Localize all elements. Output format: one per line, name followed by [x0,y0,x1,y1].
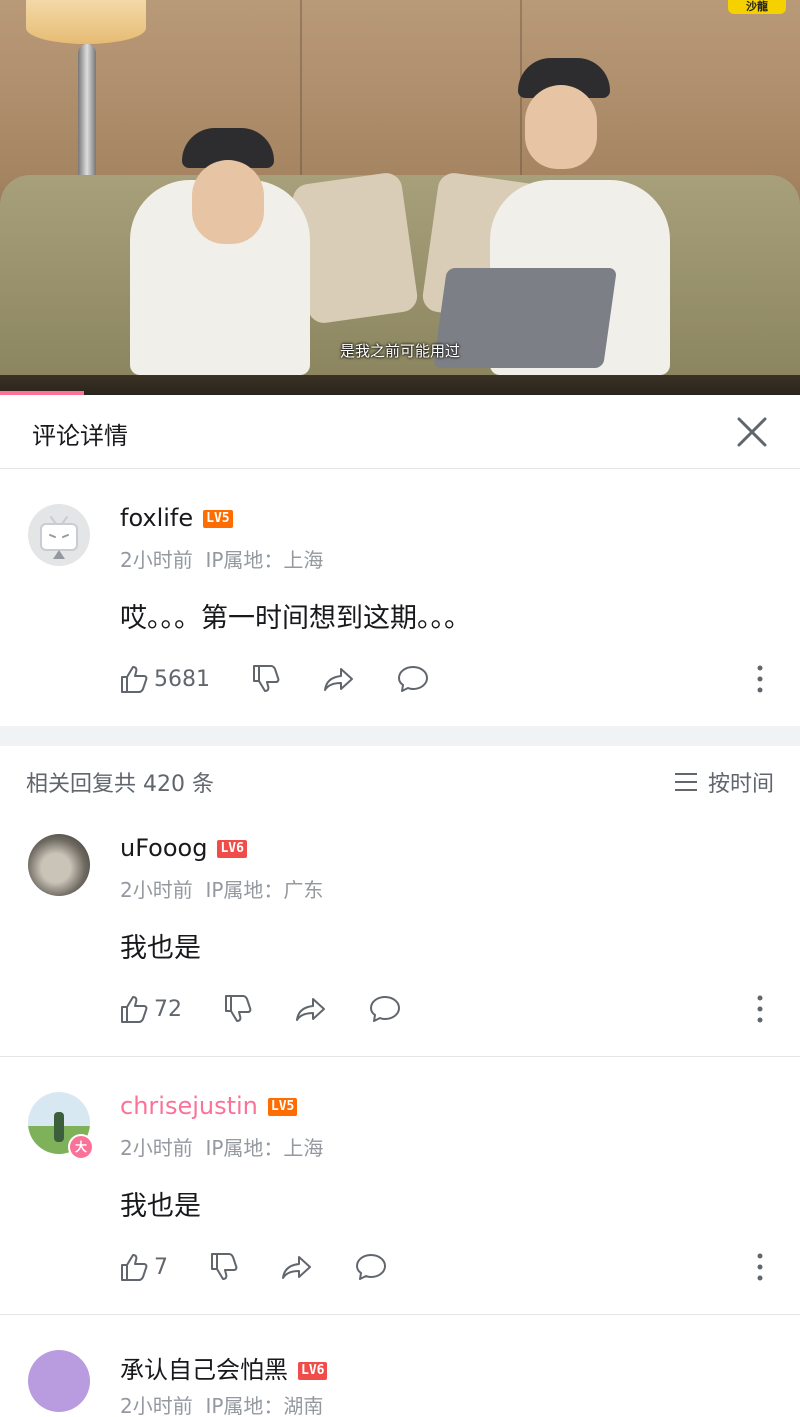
comment-actions: 5681 [118,661,470,697]
avatar[interactable] [28,504,90,566]
ip-location: IP属地：上海 [205,1136,324,1160]
comment-detail-header: 评论详情 [0,396,800,469]
thumbs-down-icon [211,1253,238,1280]
reply-button[interactable] [354,1251,388,1283]
ip-location: IP属地：上海 [205,548,324,572]
avatar-figure [54,1112,64,1142]
ip-location: IP属地：湖南 [205,1394,324,1417]
sort-lines-icon [674,773,697,791]
more-options-icon[interactable] [756,1252,764,1282]
reply-divider [0,1056,800,1057]
vip-badge: 大 [68,1134,94,1160]
username[interactable]: 承认自己会怕黑 LV6 [120,1350,328,1385]
comment-text: 我也是 [120,933,201,964]
username-text[interactable]: foxlife [120,504,193,532]
reply-item: 承认自己会怕黑 LV6 2小时前 IP属地：湖南 [0,1336,800,1417]
tv-mascot-icon [40,516,78,559]
reply-button[interactable] [368,993,402,1025]
comment-time: 2小时前 [120,1394,193,1417]
comment-text: 哎。。。第一时间想到这期。。。 [120,603,471,634]
reply-button[interactable] [396,663,430,695]
level-badge: LV6 [217,840,247,858]
reply-count: 相关回复共 420 条 [26,772,214,797]
share-button[interactable] [322,663,356,695]
video-player[interactable]: 沙龍 是我之前可能用过 [0,0,800,395]
avatar[interactable] [28,834,90,896]
close-button[interactable] [734,414,770,450]
share-icon [282,1256,311,1279]
share-button[interactable] [280,1251,314,1283]
thumbs-up-icon [121,996,148,1023]
comment-text: 我也是 [120,1191,201,1222]
more-options-icon[interactable] [756,994,764,1024]
username-text[interactable]: uFooog [120,834,207,862]
like-button[interactable]: 7 [118,1251,168,1283]
like-button[interactable]: 5681 [118,663,210,695]
reply-bubble-icon [398,666,428,692]
dislike-button[interactable] [250,663,282,695]
avatar[interactable] [28,1350,90,1412]
sort-by-time-button[interactable]: 按时间 [674,766,774,798]
channel-watermark: 沙龍 [728,0,786,14]
like-count: 7 [154,1254,168,1280]
reply-item: uFooog LV6 2小时前 IP属地：广东 我也是 72 [0,820,800,1056]
thumbs-up-icon [121,666,148,693]
section-separator [0,726,800,746]
video-progress-bar[interactable] [0,391,84,395]
comment-meta: 2小时前 IP属地：上海 [120,1132,323,1161]
root-comment: foxlife LV5 2小时前 IP属地：上海 哎。。。第一时间想到这期。。。 … [0,468,800,726]
like-count: 72 [154,996,182,1022]
reply-divider [0,1314,800,1315]
username[interactable]: chrisejustin LV5 [120,1092,298,1120]
username[interactable]: foxlife LV5 [120,504,233,532]
video-subtitle: 是我之前可能用过 [339,342,460,360]
thumbs-down-icon [225,995,252,1022]
dislike-button[interactable] [222,993,254,1025]
username-text[interactable]: chrisejustin [120,1092,258,1120]
reply-item: 大 chrisejustin LV5 2小时前 IP属地：上海 我也是 7 [0,1078,800,1314]
level-badge: LV5 [267,1098,298,1116]
level-badge: LV5 [203,510,233,528]
comment-actions: 7 [118,1249,428,1285]
dislike-button[interactable] [208,1251,240,1283]
comment-time: 2小时前 [120,1136,193,1160]
reply-bubble-icon [370,996,400,1022]
level-badge: LV6 [298,1362,328,1380]
like-button[interactable]: 72 [118,993,182,1025]
close-icon [737,417,767,447]
ip-location: IP属地：广东 [205,878,324,902]
like-count: 5681 [154,666,210,692]
username-text[interactable]: 承认自己会怕黑 [120,1356,288,1384]
comment-meta: 2小时前 IP属地：广东 [120,874,323,903]
thumbs-down-icon [253,665,280,692]
video-person-left [110,128,330,375]
more-options-icon[interactable] [756,664,764,694]
panel-title: 评论详情 [32,422,128,450]
reply-bubble-icon [356,1254,386,1280]
username[interactable]: uFooog LV6 [120,834,247,862]
comment-actions: 72 [118,991,442,1027]
share-icon [324,668,353,691]
share-icon [296,998,325,1021]
comment-time: 2小时前 [120,878,193,902]
comment-meta: 2小时前 IP属地：湖南 [120,1390,323,1417]
share-button[interactable] [294,993,328,1025]
comment-meta: 2小时前 IP属地：上海 [120,544,323,573]
thumbs-up-icon [121,1254,148,1281]
comment-time: 2小时前 [120,548,193,572]
lamp-shade [26,0,146,44]
sort-label: 按时间 [707,772,774,797]
